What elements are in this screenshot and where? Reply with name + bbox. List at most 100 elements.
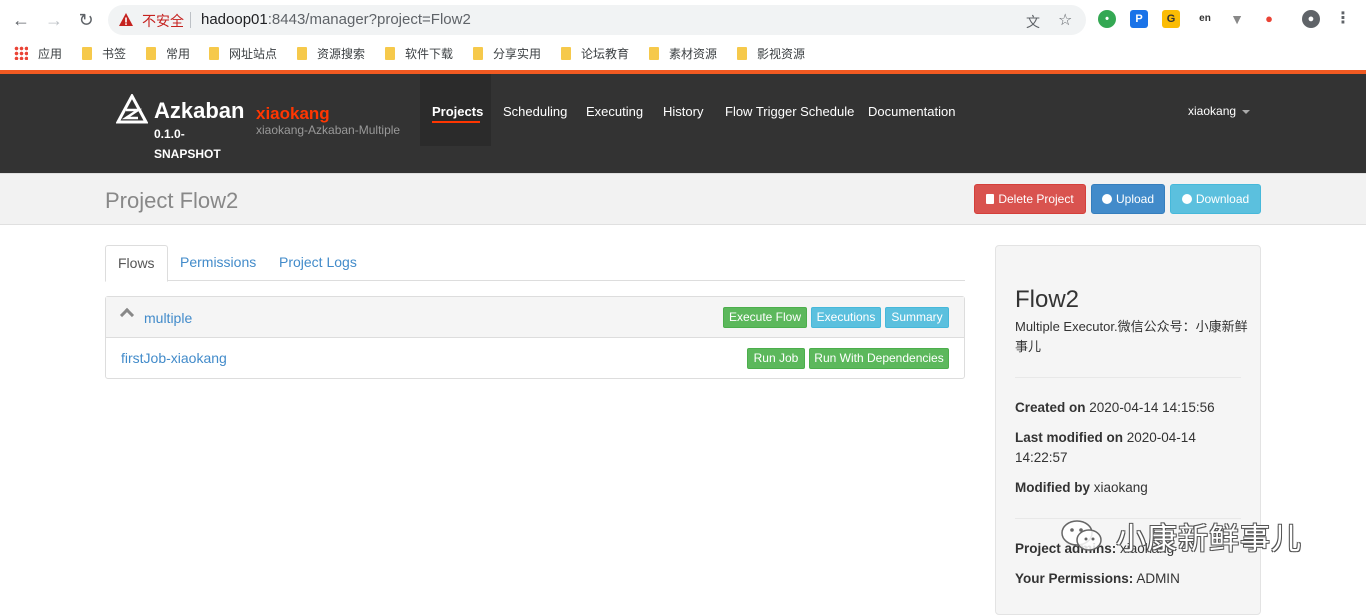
url-path: :8443/manager?project=Flow2 (267, 11, 471, 28)
azkaban-navbar: Azkaban 0.1.0-SNAPSHOT xiaokang xiaokang… (0, 74, 1366, 173)
download-button[interactable]: Download (1170, 184, 1261, 214)
omnibox-divider (190, 12, 191, 28)
divider (1015, 377, 1241, 378)
folder-icon (649, 46, 659, 60)
upload-label: Upload (1115, 192, 1155, 206)
brand-name[interactable]: Azkaban (154, 98, 244, 124)
job-name-link[interactable]: firstJob-xiaokang (121, 350, 227, 366)
folder-icon (209, 46, 219, 60)
bookmark-apps[interactable]: 应用 (14, 45, 62, 61)
environment-name: xiaokang (256, 104, 330, 123)
profile-avatar-icon[interactable]: ● (1302, 10, 1320, 28)
bookmark-folder[interactable]: 论坛教育 (561, 45, 629, 61)
azkaban-logo-icon[interactable] (116, 94, 148, 126)
extension-p-icon[interactable]: P (1130, 10, 1148, 28)
project-header: Project Flow2 Delete Project Upload Down… (0, 173, 1366, 225)
nav-tab-history[interactable]: History (663, 104, 703, 119)
bookmark-label: 应用 (38, 46, 63, 61)
project-info-sidebar: Flow2 Multiple Executor.微信公众号：小康新鲜事儿 Cre… (995, 245, 1261, 615)
wechat-watermark: 小康新鲜事儿 (1060, 516, 1302, 557)
warning-icon (119, 13, 133, 26)
folder-icon (146, 46, 156, 60)
folder-icon (385, 46, 395, 60)
bookmark-label: 分享实用 (493, 46, 542, 61)
bookmark-label: 软件下载 (405, 46, 454, 61)
upload-button[interactable]: Upload (1091, 184, 1165, 214)
bookmark-label: 素材资源 (669, 46, 718, 61)
run-with-dependencies-button[interactable]: Run With Dependencies (809, 348, 949, 369)
extension-v-icon[interactable]: ▼ (1228, 10, 1246, 28)
execute-flow-button[interactable]: Execute Flow (723, 307, 807, 328)
url-text[interactable]: hadoop01:8443/manager?project=Flow2 (201, 11, 471, 28)
apps-grid-icon (14, 46, 28, 60)
nav-active-underline (432, 121, 480, 123)
your-permissions: Your Permissions: ADMIN (1015, 569, 1249, 589)
address-bar[interactable]: 不安全 hadoop01:8443/manager?project=Flow2 … (108, 5, 1086, 35)
trash-icon (986, 194, 995, 204)
last-modified-on: Last modified on 2020-04-14 14:22:57 (1015, 428, 1249, 468)
bookmark-label: 网址站点 (229, 46, 278, 61)
nav-tab-projects[interactable]: Projects (432, 104, 483, 119)
nav-tab-flow-trigger-schedule[interactable]: Flow Trigger Schedule (725, 104, 854, 119)
watermark-text: 小康新鲜事儿 (1116, 522, 1302, 557)
your-permissions-value: ADMIN (1136, 571, 1180, 586)
download-icon (1181, 194, 1192, 204)
bookmark-folder[interactable]: 书签 (82, 45, 126, 61)
created-on: Created on 2020-04-14 14:15:56 (1015, 398, 1249, 418)
bookmark-folder[interactable]: 网址站点 (209, 45, 277, 61)
bookmark-folder[interactable]: 常用 (146, 45, 190, 61)
modified-by-label: Modified by (1015, 480, 1090, 495)
executions-button[interactable]: Executions (811, 307, 881, 328)
extension-g-icon[interactable]: G (1162, 10, 1180, 28)
bookmark-folder[interactable]: 软件下载 (385, 45, 453, 61)
bookmark-folder[interactable]: 分享实用 (473, 45, 541, 61)
extension-red-icon[interactable]: ● (1260, 10, 1278, 28)
bookmark-folder[interactable]: 影视资源 (737, 45, 805, 61)
tab-permissions[interactable]: Permissions (168, 245, 268, 281)
flow-name-link[interactable]: multiple (144, 310, 192, 326)
nav-tab-documentation[interactable]: Documentation (868, 104, 955, 119)
insecure-label: 不安全 (142, 13, 184, 29)
summary-button[interactable]: Summary (885, 307, 949, 328)
forward-arrow-icon[interactable]: → (43, 9, 65, 31)
star-icon[interactable]: ☆ (1058, 10, 1072, 30)
run-job-button[interactable]: Run Job (747, 348, 805, 369)
upload-icon (1101, 194, 1112, 204)
modified-by: Modified by xiaokang (1015, 478, 1249, 498)
nav-tab-scheduling[interactable]: Scheduling (503, 104, 567, 119)
user-menu[interactable]: xiaokang (1188, 104, 1251, 118)
extension-green-icon[interactable]: • (1098, 10, 1116, 28)
extension-en-icon[interactable]: en (1196, 10, 1214, 28)
project-description: Multiple Executor.微信公众号：小康新鲜事儿 (1015, 319, 1248, 354)
tab-flows[interactable]: Flows (105, 245, 168, 282)
created-on-value: 2020-04-14 14:15:56 (1089, 400, 1215, 415)
menu-kebab-icon[interactable]: ⋮ (1334, 10, 1352, 28)
user-name: xiaokang (1188, 104, 1237, 118)
folder-icon (297, 46, 307, 60)
bookmark-label: 资源搜索 (317, 46, 366, 61)
chevron-up-icon[interactable] (119, 307, 135, 323)
version-label: 0.1.0-SNAPSHOT (154, 127, 221, 161)
project-name: Flow2 (1015, 286, 1080, 313)
nav-tab-executing[interactable]: Executing (586, 104, 643, 119)
bookmark-folder[interactable]: 素材资源 (649, 45, 717, 61)
bookmarks-bar: 应用 书签 常用 网址站点 资源搜索 软件下载 分享实用 论坛教育 素材资源 影… (0, 38, 1366, 68)
folder-icon (473, 46, 483, 60)
flow-panel: multiple Execute Flow Executions Summary… (105, 296, 965, 379)
tab-project-logs[interactable]: Project Logs (267, 245, 369, 281)
bookmark-label: 常用 (166, 46, 191, 61)
flow-header[interactable]: multiple Execute Flow Executions Summary (106, 297, 964, 338)
reload-icon[interactable]: ↻ (75, 9, 97, 31)
caret-down-icon (1242, 109, 1251, 114)
page-title: Project Flow2 (105, 188, 239, 213)
project-tabs: Flows Permissions Project Logs (105, 245, 965, 282)
modified-by-value: xiaokang (1093, 480, 1148, 495)
delete-project-button[interactable]: Delete Project (974, 184, 1086, 214)
your-permissions-label: Your Permissions: (1015, 571, 1134, 586)
bookmark-label: 论坛教育 (581, 46, 630, 61)
browser-chrome: ← → ↻ 不安全 hadoop01:8443/manager?project=… (0, 0, 1366, 74)
translate-icon[interactable]: 文 (1026, 12, 1040, 32)
bookmark-folder[interactable]: 资源搜索 (297, 45, 365, 61)
delete-project-label: Delete Project (998, 192, 1074, 206)
back-arrow-icon[interactable]: ← (10, 9, 32, 31)
